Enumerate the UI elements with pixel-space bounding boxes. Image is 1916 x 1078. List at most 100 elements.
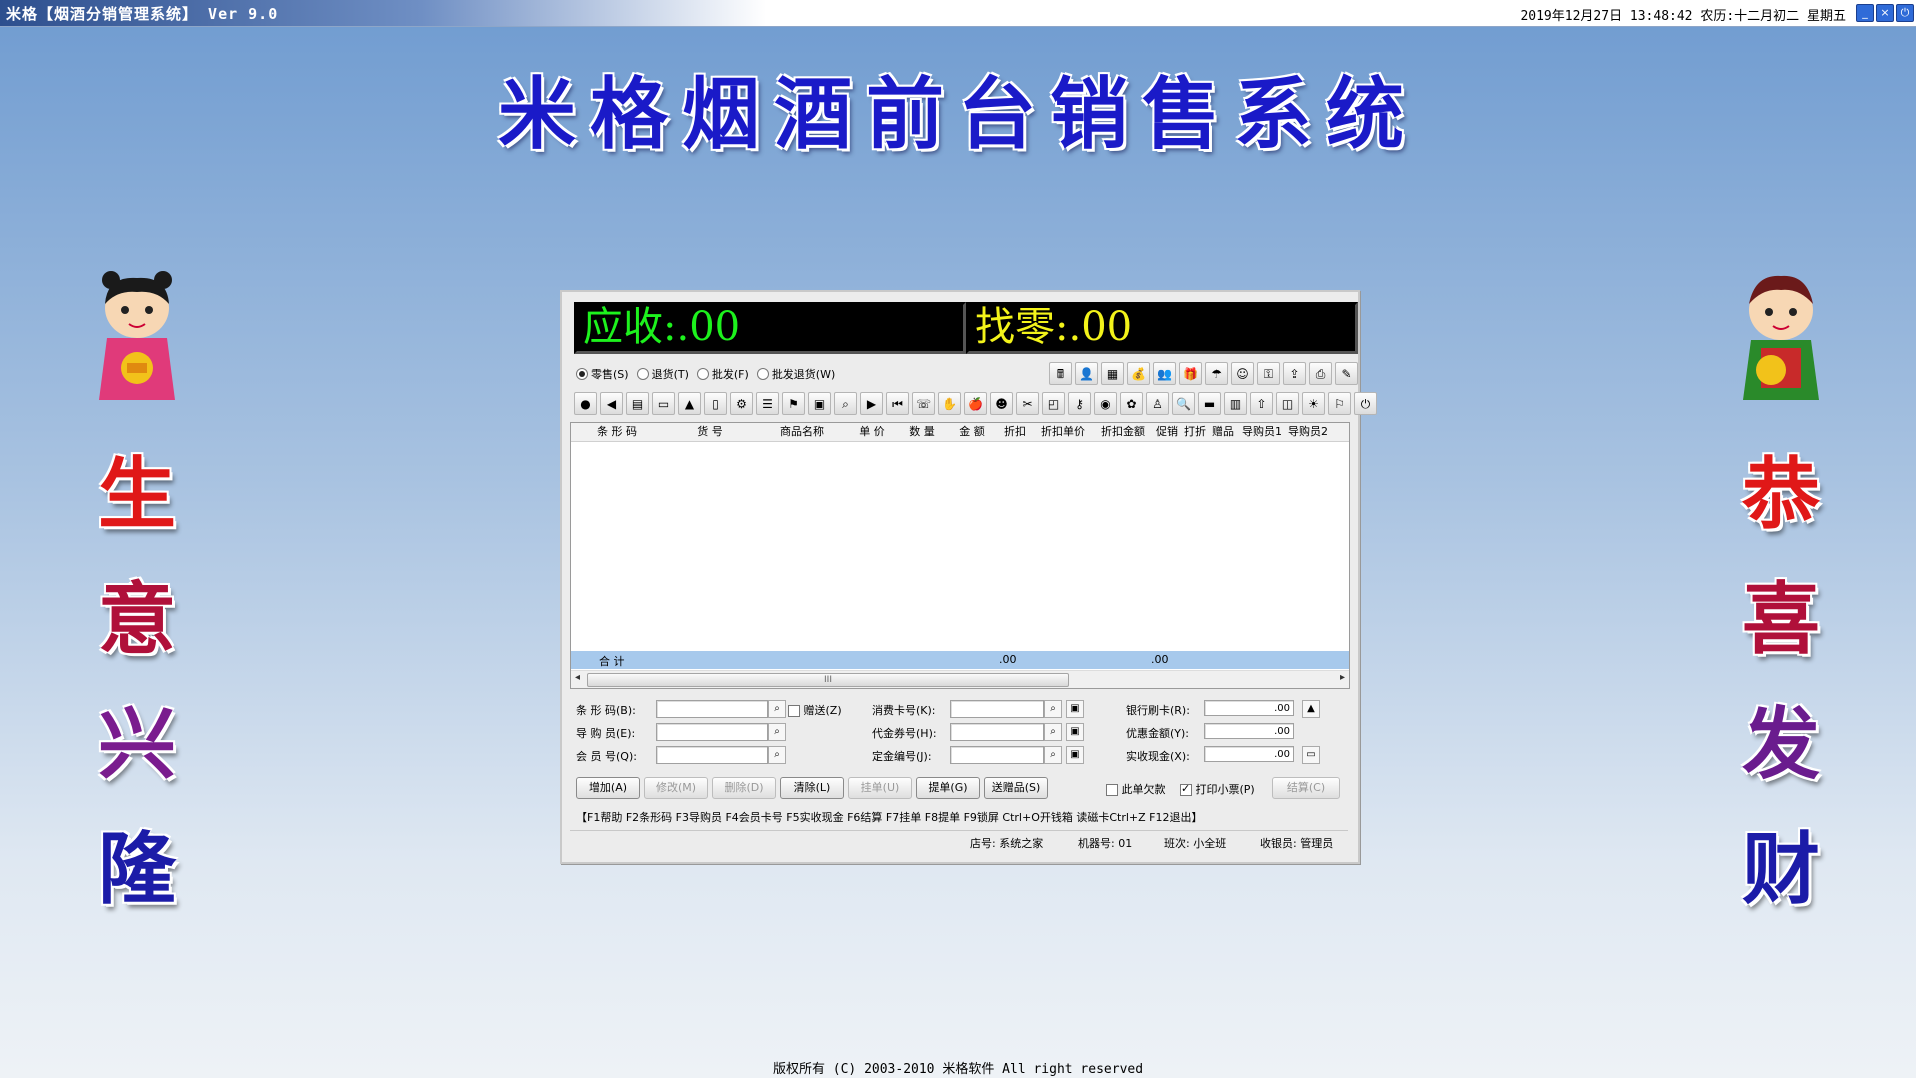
runner-icon[interactable]: ⚑ (782, 392, 805, 415)
add-button[interactable]: 增加(A) (576, 777, 640, 799)
hand-icon[interactable]: ✋ (938, 392, 961, 415)
key2-icon[interactable]: ⚷ (1068, 392, 1091, 415)
sun-icon[interactable]: ☀ (1302, 392, 1325, 415)
play-icon[interactable]: ▶ (860, 392, 883, 415)
member-search-icon[interactable]: ⌕ (768, 746, 786, 764)
col-guide2[interactable]: 导购员2 (1287, 423, 1329, 441)
mode-retail[interactable]: 零售(S) (576, 366, 629, 382)
col-promo[interactable]: 促销 (1153, 423, 1181, 441)
col-guide1[interactable]: 导购员1 (1237, 423, 1287, 441)
find-icon[interactable]: 🔍 (1172, 392, 1195, 415)
scissors-icon[interactable]: ✂ (1016, 392, 1039, 415)
hang-button[interactable]: 挂单(U) (848, 777, 912, 799)
people-icon[interactable]: ☺ (1231, 362, 1254, 385)
up-icon[interactable]: ▲ (678, 392, 701, 415)
key-icon[interactable]: ⚿ (1257, 362, 1280, 385)
money-bag-icon[interactable]: 💰 (1127, 362, 1150, 385)
flag-icon[interactable]: ⚐ (1328, 392, 1351, 415)
stamp-icon[interactable]: ▣ (808, 392, 831, 415)
coin-icon[interactable]: ● (574, 392, 597, 415)
mode-return[interactable]: 退货(T) (636, 366, 689, 382)
box-icon[interactable]: ▥ (1224, 392, 1247, 415)
phone-icon[interactable]: ☏ (912, 392, 935, 415)
person-icon[interactable]: ♙ (1146, 392, 1169, 415)
edit-button[interactable]: 修改(M) (644, 777, 708, 799)
sales-grid[interactable]: 条 形 码 货 号 商品名称 单 价 数 量 金 额 折扣 折扣单价 折扣金额 … (570, 422, 1350, 689)
col-discount[interactable]: 折扣 (997, 423, 1033, 441)
exit-icon[interactable]: ⏻ (1354, 392, 1377, 415)
voucher-read-icon[interactable]: ▣ (1066, 723, 1084, 741)
bank-card-icon[interactable]: ▲ (1302, 700, 1320, 718)
cashier-icon[interactable]: 👤 (1075, 362, 1098, 385)
card-icon[interactable]: ▬ (1198, 392, 1221, 415)
doc-icon[interactable]: ▤ (626, 392, 649, 415)
voucher-search-icon[interactable]: ⌕ (1044, 723, 1062, 741)
printer-icon[interactable]: ⎙ (1309, 362, 1332, 385)
col-item-no[interactable]: 货 号 (663, 423, 757, 441)
col-price[interactable]: 单 价 (847, 423, 897, 441)
col-gift[interactable]: 赠品 (1209, 423, 1237, 441)
radio-wholesale[interactable] (696, 368, 709, 380)
gift-icon[interactable]: 🎁 (1179, 362, 1202, 385)
guide-input[interactable] (656, 723, 768, 741)
consume-card-search-icon[interactable]: ⌕ (1044, 700, 1062, 718)
close-button[interactable]: × (1876, 4, 1894, 22)
user-gift-icon[interactable]: ☻ (990, 392, 1013, 415)
page-icon[interactable]: ▯ (704, 392, 727, 415)
col-off[interactable]: 打折 (1181, 423, 1209, 441)
cash-input[interactable]: .00 (1204, 746, 1294, 762)
col-qty[interactable]: 数 量 (897, 423, 947, 441)
radio-return[interactable] (636, 368, 649, 380)
rewind-icon[interactable]: ⏮ (886, 392, 909, 415)
radio-wholesale-return[interactable] (756, 368, 769, 380)
guide-search-icon[interactable]: ⌕ (768, 723, 786, 741)
pen-icon[interactable]: ✎ (1335, 362, 1358, 385)
gift2-icon[interactable]: ✿ (1120, 392, 1143, 415)
col-name[interactable]: 商品名称 (757, 423, 847, 441)
arrow-up-icon[interactable]: ⇧ (1250, 392, 1273, 415)
calendar-icon[interactable]: ▦ (1101, 362, 1124, 385)
voucher-input[interactable] (950, 723, 1044, 741)
cash-drawer-icon[interactable]: ▭ (1302, 746, 1320, 764)
deposit-input[interactable] (950, 746, 1044, 764)
settle-button[interactable]: 结算(C) (1272, 777, 1340, 799)
col-barcode[interactable]: 条 形 码 (571, 423, 663, 441)
mode-wholesale-return[interactable]: 批发退货(W) (756, 366, 835, 382)
mode-wholesale[interactable]: 批发(F) (696, 366, 749, 382)
owe-checkbox[interactable] (1106, 784, 1118, 796)
gift-items-button[interactable]: 送赠品(S) (984, 777, 1048, 799)
apple-icon[interactable]: 🍎 (964, 392, 987, 415)
delete-button[interactable]: 删除(D) (712, 777, 776, 799)
umbrella-icon[interactable]: ☂ (1205, 362, 1228, 385)
discount-amount-input[interactable]: .00 (1204, 723, 1294, 739)
users-icon[interactable]: 👥 (1153, 362, 1176, 385)
clear-button[interactable]: 清除(L) (780, 777, 844, 799)
register-icon[interactable]: 🖩 (1049, 362, 1072, 385)
barcode-search-icon[interactable]: ⌕ (768, 700, 786, 718)
power-button[interactable]: ⏻ (1896, 4, 1914, 22)
scroll-left-icon[interactable]: ◂ (575, 672, 580, 683)
jar-icon[interactable]: ◫ (1276, 392, 1299, 415)
gift-checkbox[interactable] (788, 705, 800, 717)
deposit-search-icon[interactable]: ⌕ (1044, 746, 1062, 764)
folder-icon[interactable]: ▭ (652, 392, 675, 415)
pickup-button[interactable]: 提单(G) (916, 777, 980, 799)
search-doc-icon[interactable]: ⌕ (834, 392, 857, 415)
list-icon[interactable]: ☰ (756, 392, 779, 415)
scroll-right-icon[interactable]: ▸ (1340, 672, 1345, 683)
col-amount[interactable]: 金 额 (947, 423, 997, 441)
col-discount-price[interactable]: 折扣单价 (1033, 423, 1093, 441)
print-checkbox-group[interactable]: 打印小票(P) (1180, 781, 1255, 797)
scroll-thumb[interactable]: III (587, 673, 1069, 687)
grid-hscrollbar[interactable]: ◂ III ▸ (571, 670, 1349, 688)
radio-retail[interactable] (576, 368, 588, 380)
print-checkbox[interactable] (1180, 782, 1192, 796)
member-input[interactable] (656, 746, 768, 764)
barcode-input[interactable] (656, 700, 768, 718)
deposit-read-icon[interactable]: ▣ (1066, 746, 1084, 764)
coins-icon[interactable]: ◉ (1094, 392, 1117, 415)
consume-card-read-icon[interactable]: ▣ (1066, 700, 1084, 718)
bank-card-input[interactable]: .00 (1204, 700, 1294, 716)
col-discount-amount[interactable]: 折扣金额 (1093, 423, 1153, 441)
owe-checkbox-group[interactable]: 此单欠款 (1106, 781, 1166, 797)
